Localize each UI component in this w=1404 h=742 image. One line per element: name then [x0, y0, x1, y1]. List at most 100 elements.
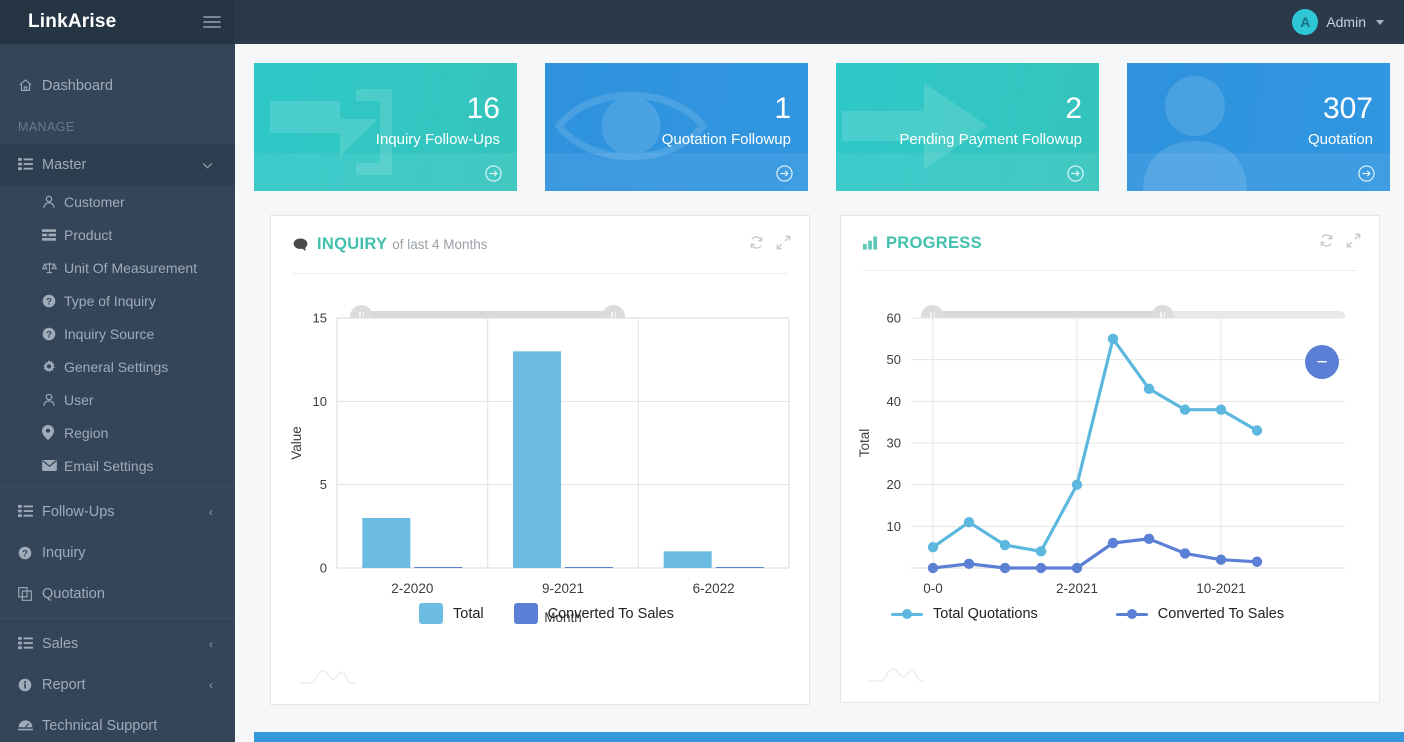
sidebar-item-master[interactable]: Master — [0, 144, 235, 185]
admin-label: Admin — [1326, 14, 1366, 30]
stat-card-title: Inquiry Follow-Ups — [375, 131, 500, 148]
svg-text:40: 40 — [887, 394, 901, 409]
svg-text:10: 10 — [887, 519, 901, 534]
svg-text:Value: Value — [289, 426, 304, 460]
svg-text:9-2021: 9-2021 — [542, 581, 584, 596]
question-circle-icon: ? — [42, 327, 64, 341]
main-content: 16 Inquiry Follow-Ups 1 Quotation Followup 2… — [235, 44, 1404, 742]
home-icon — [18, 78, 42, 93]
sidebar-item-email-settings[interactable]: Email Settings — [0, 449, 235, 482]
gear-icon — [42, 359, 64, 374]
sidebar-item-customer[interactable]: Customer — [0, 185, 235, 218]
stat-card-quotation-followup[interactable]: 1 Quotation Followup — [545, 63, 808, 191]
stat-card-quotation[interactable]: 307 Quotation — [1127, 63, 1390, 191]
hamburger-icon[interactable] — [203, 13, 221, 31]
bar-chart-svg: 0510152-2020 9-2021 6-2022MonthValue — [289, 311, 790, 625]
comment-icon — [293, 237, 308, 252]
sidebar-item-sales[interactable]: Sales ‹ — [0, 623, 235, 664]
sidebar-item-general-settings[interactable]: General Settings — [0, 350, 235, 383]
line-chart-svg: 10 20 30 40 50 60 0-0 2-2021 10-2021 Total — [857, 311, 1345, 596]
arrow-circle-right-icon[interactable] — [1067, 165, 1084, 182]
inquiry-panel-title: INQUIRY — [317, 235, 388, 253]
svg-text:?: ? — [22, 548, 28, 558]
sidebar-item-label: General Settings — [64, 358, 169, 375]
sidebar-item-type-of-inquiry[interactable]: ? Type of Inquiry — [0, 284, 235, 317]
legend-item[interactable]: Total Quotations — [891, 606, 1038, 622]
card-band — [836, 153, 1099, 191]
legend-item[interactable]: Converted To Sales — [513, 603, 674, 624]
legend-label: Converted To Sales — [547, 605, 674, 622]
question-circle-icon: ? — [18, 546, 42, 560]
sidebar-item-report[interactable]: Report ‹ — [0, 664, 235, 705]
svg-text:10: 10 — [313, 394, 327, 409]
svg-text:60: 60 — [887, 311, 901, 326]
chevron-down-icon — [202, 159, 213, 171]
legend-item[interactable]: Converted To Sales — [1115, 606, 1284, 622]
sidebar-item-technical-support[interactable]: Technical Support — [0, 705, 235, 742]
expand-icon[interactable] — [776, 235, 791, 255]
svg-text:20: 20 — [887, 477, 901, 492]
app-brand: LinkArise — [28, 11, 117, 32]
chevron-left-icon: ‹ — [209, 677, 213, 692]
sidebar-item-user[interactable]: User — [0, 383, 235, 416]
sidebar-section-manage: MANAGE — [18, 120, 75, 134]
stat-card-inquiry-follow-ups[interactable]: 16 Inquiry Follow-Ups — [254, 63, 517, 191]
svg-text:6-2022: 6-2022 — [693, 581, 735, 596]
stat-card-value: 307 — [1322, 92, 1373, 125]
arrow-circle-right-icon[interactable] — [776, 165, 793, 182]
svg-text:2-2021: 2-2021 — [1056, 581, 1098, 596]
refresh-icon[interactable] — [1319, 233, 1334, 253]
legend-label: Total Quotations — [933, 606, 1038, 622]
user-menu[interactable]: A Admin — [1292, 9, 1404, 35]
stat-card-title: Pending Payment Followup — [899, 131, 1082, 148]
sidebar-item-label: User — [64, 391, 94, 408]
legend-line-marker — [891, 609, 923, 619]
panels-row: INQUIRY of last 4 Months 0 5 10 15 2-202… — [235, 191, 1404, 705]
sparkline-watermark — [869, 663, 925, 692]
inquiry-bar-chart: 0 5 10 15 2-2020 9-2021 6-2022 Month Value — [271, 306, 811, 636]
sidebar-item-label: Product — [64, 226, 113, 243]
sidebar-item-dashboard[interactable]: Dashboard — [0, 65, 235, 106]
divider — [293, 273, 787, 274]
brand-zone: LinkArise — [0, 0, 235, 44]
product-icon — [42, 228, 64, 241]
sidebar-item-product[interactable]: Product — [0, 218, 235, 251]
svg-text:15: 15 — [313, 311, 327, 326]
sidebar: Dashboard MANAGE Master Customer Product U… — [0, 44, 235, 742]
scale-icon — [42, 261, 64, 274]
sidebar-item-label: Report — [42, 676, 86, 693]
legend-label: Total — [453, 605, 484, 622]
envelope-icon — [42, 460, 64, 471]
sidebar-item-follow-ups[interactable]: Follow-Ups ‹ — [0, 491, 235, 532]
divider — [0, 618, 235, 619]
inquiry-panel: INQUIRY of last 4 Months 0 5 10 15 2-202… — [270, 215, 810, 705]
user-icon — [42, 195, 64, 209]
bottom-accent-strip — [254, 732, 1404, 742]
stat-card-value: 2 — [1065, 92, 1082, 125]
sidebar-item-unit-of-measurement[interactable]: Unit Of Measurement — [0, 251, 235, 284]
progress-line-chart: 10 20 30 40 50 60 0-0 2-2021 10-2021 Total — [841, 306, 1381, 636]
sidebar-bottom-group: Follow-Ups ‹? Inquiry Quotation Sales ‹ Report… — [0, 491, 235, 742]
arrow-circle-right-icon[interactable] — [1358, 165, 1375, 182]
sidebar-item-inquiry[interactable]: ? Inquiry — [0, 532, 235, 573]
legend-item[interactable]: Total — [419, 603, 484, 624]
svg-text:5: 5 — [320, 477, 327, 492]
list-icon — [18, 505, 42, 518]
refresh-icon[interactable] — [749, 235, 764, 255]
sidebar-item-label: Dashboard — [42, 77, 113, 94]
progress-panel-header: PROGRESS — [841, 216, 1379, 270]
svg-text:30: 30 — [887, 436, 901, 451]
arrow-circle-right-icon[interactable] — [485, 165, 502, 182]
sidebar-item-label: Type of Inquiry — [64, 292, 156, 309]
inquiry-panel-subtitle: of last 4 Months — [392, 237, 488, 252]
list-icon — [18, 637, 42, 650]
svg-text:?: ? — [46, 296, 52, 306]
expand-icon[interactable] — [1346, 233, 1361, 253]
stat-card-pending-payment-followup[interactable]: 2 Pending Payment Followup — [836, 63, 1099, 191]
svg-text:?: ? — [46, 329, 52, 339]
collapse-series-badge[interactable]: − — [1305, 345, 1339, 379]
sidebar-item-region[interactable]: Region — [0, 416, 235, 449]
stat-card-title: Quotation Followup — [661, 131, 791, 148]
sidebar-item-inquiry-source[interactable]: ? Inquiry Source — [0, 317, 235, 350]
sidebar-item-quotation[interactable]: Quotation — [0, 573, 235, 614]
